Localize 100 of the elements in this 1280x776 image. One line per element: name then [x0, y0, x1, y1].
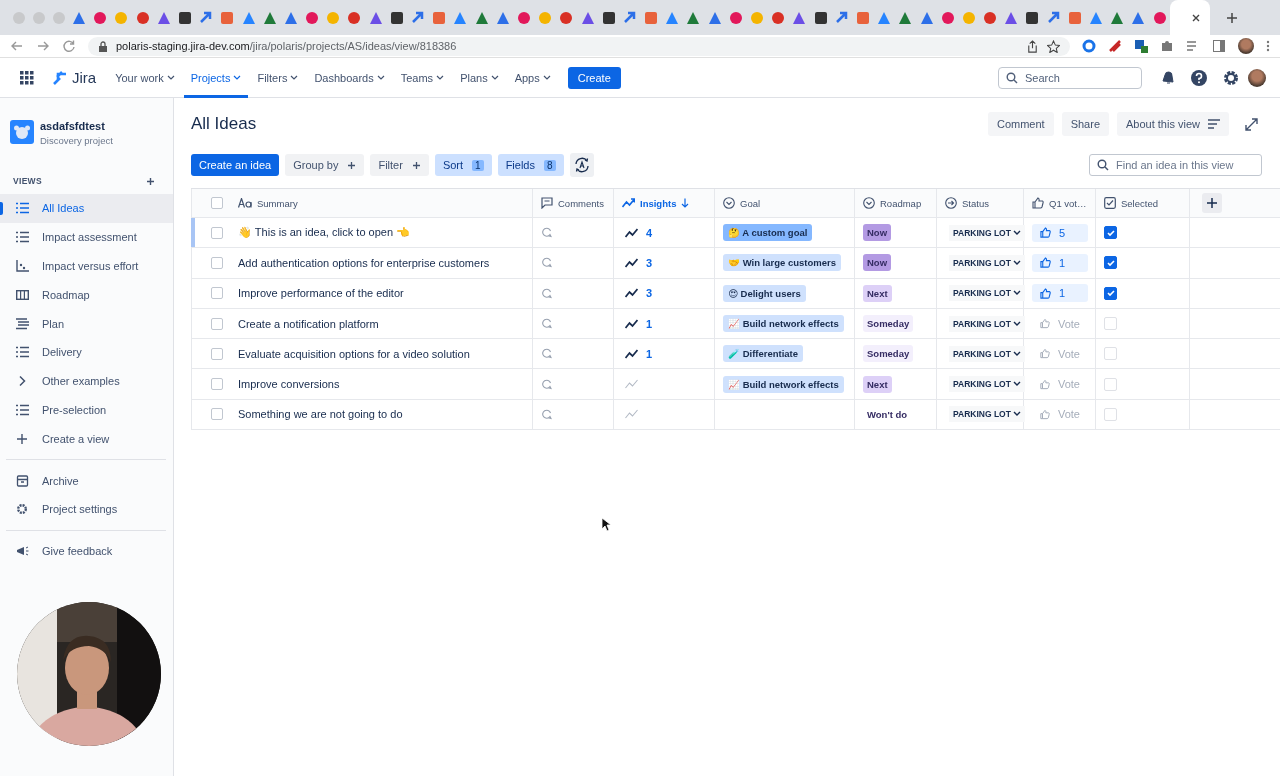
favicon-icon[interactable] — [177, 10, 192, 25]
extension-icon[interactable] — [1108, 39, 1122, 53]
row-checkbox[interactable] — [211, 347, 223, 360]
nav-menu[interactable]: Dashboards — [307, 57, 392, 98]
app-switcher-icon[interactable] — [20, 70, 34, 85]
help-icon[interactable] — [1190, 68, 1208, 87]
action-button[interactable]: Comment — [987, 112, 1054, 136]
new-tab-icon[interactable] — [1224, 10, 1239, 25]
idea-title[interactable]: Improve conversions — [238, 378, 340, 391]
status-dropdown[interactable]: PARKING LOT — [949, 224, 1025, 241]
row-checkbox[interactable] — [211, 287, 223, 300]
toolbar-button[interactable]: Group by — [285, 154, 365, 176]
create-idea-button[interactable]: Create an idea — [191, 154, 280, 176]
favicon-icon[interactable] — [1110, 10, 1125, 25]
status-dropdown[interactable]: PARKING LOT — [949, 315, 1025, 332]
profile-avatar[interactable] — [1248, 68, 1266, 87]
comment-icon[interactable] — [541, 287, 552, 299]
roadmap-tag[interactable]: Someday — [863, 315, 914, 333]
toolbar-button[interactable]: Sort 1 — [434, 154, 492, 176]
profile-avatar[interactable] — [1238, 38, 1254, 54]
roadmap-tag[interactable]: Next — [863, 284, 892, 302]
favicon-icon[interactable] — [1025, 10, 1040, 25]
column-header[interactable]: Q1 vot… — [1032, 197, 1087, 209]
favicon-icon[interactable] — [898, 10, 913, 25]
roadmap-tag[interactable]: Next — [863, 375, 892, 393]
favicon-icon[interactable] — [262, 10, 277, 25]
idea-title[interactable]: Add authentication options for enterprise customers — [238, 256, 490, 269]
idea-title[interactable]: Improve performance of the editor — [238, 287, 404, 300]
roadmap-tag[interactable]: Now — [863, 224, 892, 242]
sidebar-item[interactable]: Pre-selection — [0, 395, 173, 425]
favicon-icon[interactable] — [156, 10, 171, 25]
vote-button[interactable]: 5 — [1032, 223, 1088, 242]
favicon-icon[interactable] — [368, 10, 383, 25]
extension-icon[interactable] — [1082, 39, 1096, 53]
side-panel-icon[interactable] — [1212, 39, 1226, 53]
goal-tag[interactable]: 🤔 A custom goal — [723, 224, 813, 242]
column-header[interactable]: Insights — [622, 197, 690, 209]
favicon-icon[interactable] — [792, 10, 807, 25]
goal-tag[interactable]: 📈 Build network effects — [723, 375, 844, 393]
favicon-icon[interactable] — [601, 10, 616, 25]
roadmap-tag[interactable]: Someday — [863, 345, 914, 363]
goal-tag[interactable]: 📈 Build network effects — [723, 315, 844, 333]
notifications-icon[interactable] — [1160, 69, 1176, 86]
back-icon[interactable] — [10, 39, 24, 53]
status-dropdown[interactable]: PARKING LOT — [949, 406, 1025, 423]
puzzle-icon[interactable] — [1160, 39, 1174, 53]
search-field[interactable]: Search — [998, 66, 1142, 89]
roadmap-tag[interactable]: Now — [863, 254, 892, 272]
reload-icon[interactable] — [62, 39, 76, 53]
row-checkbox[interactable] — [211, 226, 223, 239]
find-field[interactable]: Find an idea in this view — [1089, 154, 1262, 176]
sidebar-item[interactable]: Delivery — [0, 338, 173, 367]
comment-icon[interactable] — [541, 227, 552, 239]
star-icon[interactable] — [1047, 39, 1060, 53]
nav-menu[interactable]: Projects — [183, 57, 249, 98]
auto-sort-icon[interactable] — [569, 153, 594, 177]
insight-count[interactable]: 3 — [646, 287, 653, 300]
sidebar-item[interactable]: Plan — [0, 309, 173, 338]
column-header[interactable]: Summary — [238, 197, 298, 209]
comment-icon[interactable] — [541, 408, 552, 420]
goal-tag[interactable]: 🧪 Differentiate — [723, 345, 804, 363]
add-column-icon[interactable] — [1202, 193, 1222, 213]
action-button[interactable]: Share — [1061, 112, 1109, 136]
column-header[interactable]: Status — [945, 197, 989, 209]
select-all-checkbox[interactable] — [211, 197, 223, 209]
insight-count[interactable]: 4 — [646, 226, 653, 239]
column-header[interactable]: Goal — [723, 197, 761, 209]
create-button[interactable]: Create — [567, 66, 621, 89]
share-icon[interactable] — [1026, 39, 1039, 53]
comment-icon[interactable] — [541, 257, 552, 269]
status-dropdown[interactable]: PARKING LOT — [949, 254, 1025, 271]
idea-title[interactable]: Create a notification platform — [238, 317, 379, 330]
column-header[interactable]: Roadmap — [863, 197, 922, 209]
comment-icon[interactable] — [541, 318, 552, 330]
sidebar-item[interactable]: Roadmap — [0, 280, 173, 310]
goal-tag[interactable]: 🤝 Win large customers — [723, 254, 841, 272]
favicon-icon[interactable] — [580, 10, 595, 25]
project-settings-link[interactable]: Project settings — [0, 494, 173, 524]
goal-tag[interactable]: 😍 Delight users — [723, 284, 806, 302]
sidebar-item[interactable]: Impact assessment — [0, 222, 173, 252]
favicon-icon[interactable] — [474, 10, 489, 25]
row-checkbox[interactable] — [211, 408, 223, 421]
give-feedback-link[interactable]: Give feedback — [0, 536, 173, 566]
row-checkbox[interactable] — [211, 317, 223, 330]
idea-title[interactable]: Something we are not going to do — [238, 408, 403, 421]
selected-checkbox[interactable] — [1104, 226, 1117, 240]
status-dropdown[interactable]: PARKING LOT — [949, 285, 1025, 302]
nav-menu[interactable]: Filters — [250, 57, 306, 98]
comment-icon[interactable] — [541, 348, 552, 360]
sidebar-item[interactable]: Impact versus effort — [0, 251, 173, 281]
row-checkbox[interactable] — [211, 378, 223, 391]
status-dropdown[interactable]: PARKING LOT — [949, 345, 1025, 362]
insight-count[interactable]: 3 — [646, 256, 653, 269]
status-dropdown[interactable]: PARKING LOT — [949, 376, 1025, 393]
selected-checkbox[interactable] — [1104, 286, 1117, 300]
nav-menu[interactable]: Teams — [393, 57, 452, 98]
action-button[interactable]: About this view — [1117, 112, 1229, 136]
vote-button[interactable]: 1 — [1032, 284, 1088, 303]
toolbar-button[interactable]: Filter — [370, 154, 429, 176]
favicon-icon[interactable] — [1004, 10, 1019, 25]
